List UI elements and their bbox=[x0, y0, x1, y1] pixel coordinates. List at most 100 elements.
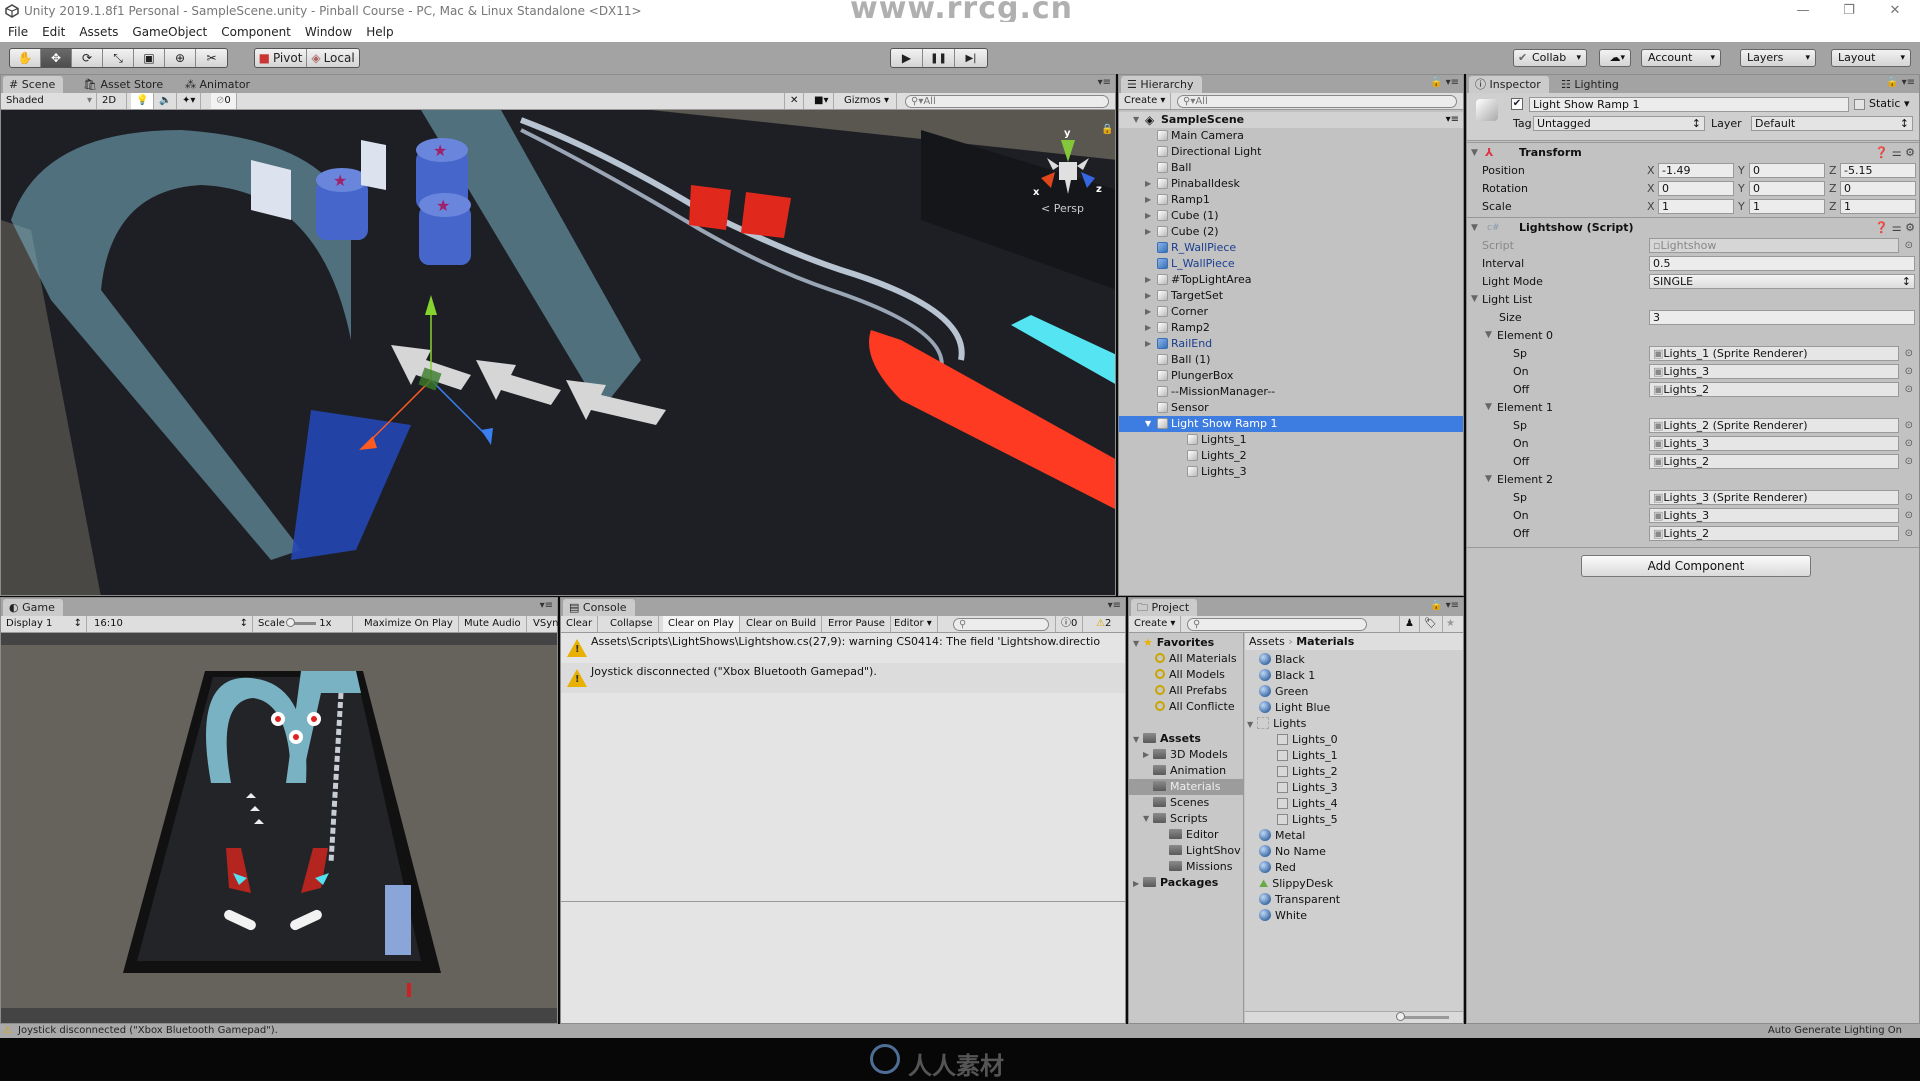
hierarchy-item[interactable]: L_WallPiece bbox=[1119, 256, 1463, 272]
status-message[interactable]: Joystick disconnected ("Xbox Bluetooth G… bbox=[18, 1024, 278, 1038]
project-asset[interactable]: Black bbox=[1259, 652, 1305, 668]
console-clear-button[interactable]: Clear bbox=[561, 616, 599, 632]
effects-toggle-icon[interactable]: ✦▾ bbox=[177, 93, 202, 109]
menu-assets[interactable]: Assets bbox=[79, 25, 118, 39]
project-asset[interactable]: Transparent bbox=[1259, 892, 1340, 908]
object-picker-icon[interactable]: ⊙ bbox=[1905, 417, 1913, 434]
light-mode-dropdown[interactable]: SINGLE ↕ bbox=[1649, 274, 1915, 289]
menu-help[interactable]: Help bbox=[366, 25, 393, 39]
z-field[interactable]: 1 bbox=[1840, 199, 1916, 214]
object-picker-icon[interactable]: ⊙ bbox=[1905, 453, 1913, 470]
sp-object-field[interactable]: ▣Lights_3 (Sprite Renderer) bbox=[1649, 490, 1899, 505]
hierarchy-item[interactable]: ▶ #TopLightArea bbox=[1119, 272, 1463, 288]
tag-dropdown[interactable]: Untagged ↕ bbox=[1533, 116, 1705, 131]
z-field[interactable]: -5.15 bbox=[1840, 163, 1916, 178]
error-count-toggle[interactable]: ⓘ0 bbox=[1055, 616, 1084, 632]
hierarchy-item[interactable]: ▶ Ramp1 bbox=[1119, 192, 1463, 208]
minimize-button[interactable]: — bbox=[1780, 0, 1826, 22]
error-pause-toggle[interactable]: Error Pause bbox=[823, 616, 891, 632]
tab-scene[interactable]: # Scene bbox=[3, 76, 64, 93]
hierarchy-item[interactable]: R_WallPiece bbox=[1119, 240, 1463, 256]
project-asset[interactable]: Light Blue bbox=[1259, 700, 1330, 716]
expand-arrow-icon[interactable]: ▶ bbox=[1145, 192, 1151, 208]
expand-arrow-icon[interactable]: ▼ bbox=[1471, 291, 1478, 308]
hierarchy-item[interactable]: ▶ RailEnd bbox=[1119, 336, 1463, 352]
hierarchy-item[interactable]: Lights_1 bbox=[1119, 432, 1463, 448]
project-folder[interactable]: Animation bbox=[1129, 763, 1243, 779]
light-list-row[interactable]: ▼ Light List bbox=[1467, 291, 1919, 308]
x-field[interactable]: -1.49 bbox=[1658, 163, 1734, 178]
console-search-input[interactable]: ⚲ bbox=[953, 618, 1049, 631]
x-field[interactable]: 0 bbox=[1658, 181, 1734, 196]
camera-settings-icon[interactable]: ■▾ bbox=[809, 93, 835, 109]
on-object-field[interactable]: ▣Lights_3 bbox=[1649, 364, 1899, 379]
menu-component[interactable]: Component bbox=[221, 25, 291, 39]
light-list-element[interactable]: ▼ Element 0 bbox=[1467, 327, 1919, 344]
projection-label[interactable]: < Persp bbox=[1041, 202, 1084, 215]
hierarchy-item[interactable]: PlungerBox bbox=[1119, 368, 1463, 384]
object-picker-icon[interactable]: ⊙ bbox=[1905, 489, 1913, 506]
project-asset[interactable]: Black 1 bbox=[1259, 668, 1315, 684]
expand-arrow-icon[interactable]: ▶ bbox=[1145, 320, 1151, 336]
mute-audio-toggle[interactable]: Mute Audio bbox=[459, 616, 527, 632]
hierarchy-search-input[interactable]: ⚲▾All bbox=[1177, 95, 1457, 108]
tab-game[interactable]: ◐ Game bbox=[3, 599, 63, 616]
project-folder[interactable]: Missions bbox=[1129, 859, 1243, 875]
project-folder[interactable]: Materials bbox=[1129, 779, 1243, 795]
favorites-star-icon[interactable]: ★ bbox=[1441, 616, 1460, 632]
expand-arrow-icon[interactable]: ▶ bbox=[1145, 176, 1151, 192]
play-button[interactable]: ▶ bbox=[891, 49, 923, 67]
project-folder[interactable]: Scenes bbox=[1129, 795, 1243, 811]
expand-arrow-icon[interactable]: ▶ bbox=[1145, 208, 1151, 224]
project-asset[interactable]: Lights_2 bbox=[1277, 764, 1338, 780]
object-picker-icon[interactable]: ⊙ bbox=[1905, 363, 1913, 380]
rect-tool-icon[interactable]: ▣ bbox=[134, 49, 165, 67]
y-field[interactable]: 0 bbox=[1749, 181, 1825, 196]
collapse-arrow-icon[interactable]: ▼ bbox=[1471, 218, 1478, 238]
editor-dropdown[interactable]: Editor ▾ bbox=[889, 616, 938, 632]
lightshow-header[interactable]: ▼ c# Lightshow (Script) ❓ ⚌ ⚙ bbox=[1467, 217, 1919, 237]
tab-asset-store[interactable]: 🛍 Asset Store bbox=[77, 76, 171, 93]
favorite-item[interactable]: All Materials bbox=[1155, 651, 1237, 667]
collapse-arrow-icon[interactable]: ▼ bbox=[1471, 143, 1478, 163]
expand-arrow-icon[interactable]: ▶ bbox=[1145, 288, 1151, 304]
active-checkbox[interactable]: ✔ bbox=[1511, 98, 1523, 110]
favorite-item[interactable]: All Models bbox=[1155, 667, 1225, 683]
favorites-header[interactable]: ▼ ★ Favorites bbox=[1133, 635, 1214, 651]
search-by-type-icon[interactable]: ♟ bbox=[1399, 616, 1420, 632]
project-asset[interactable]: Lights_3 bbox=[1277, 780, 1338, 796]
expand-arrow-icon[interactable]: ▼ bbox=[1133, 112, 1139, 128]
project-create-dropdown[interactable]: Create ▾ bbox=[1129, 616, 1182, 632]
clear-on-build-toggle[interactable]: Clear on Build bbox=[741, 616, 823, 632]
light-list-element[interactable]: ▼ Element 1 bbox=[1467, 399, 1919, 416]
scale-track[interactable] bbox=[286, 617, 317, 627]
sp-object-field[interactable]: ▣Lights_2 (Sprite Renderer) bbox=[1649, 418, 1899, 433]
hand-tool-icon[interactable]: ✋ bbox=[10, 49, 41, 67]
clear-on-play-toggle[interactable]: Clear on Play bbox=[663, 616, 740, 632]
local-toggle[interactable]: ◈ Local bbox=[307, 49, 359, 67]
favorite-item[interactable]: All Prefabs bbox=[1155, 683, 1227, 699]
step-button[interactable]: ▶| bbox=[955, 49, 987, 67]
expand-arrow-icon[interactable]: ▶ bbox=[1145, 304, 1151, 320]
off-object-field[interactable]: ▣Lights_2 bbox=[1649, 454, 1899, 469]
component-actions[interactable]: ❓ ⚌ ⚙ bbox=[1875, 143, 1915, 163]
scene-root-row[interactable]: ▼ ◈ SampleScene ▾≡ bbox=[1119, 112, 1463, 128]
project-lock-menu-icon[interactable]: 🔒 ▾≡ bbox=[1430, 600, 1459, 611]
object-picker-icon[interactable]: ⊙ bbox=[1905, 507, 1913, 524]
object-picker-icon[interactable]: ⊙ bbox=[1905, 381, 1913, 398]
project-folder[interactable]: Editor bbox=[1129, 827, 1243, 843]
tools-icon[interactable]: ✕ bbox=[784, 93, 805, 109]
object-picker-icon[interactable]: ⊙ bbox=[1905, 525, 1913, 542]
project-asset[interactable]: Lights_4 bbox=[1277, 796, 1338, 812]
sp-object-field[interactable]: ▣Lights_1 (Sprite Renderer) bbox=[1649, 346, 1899, 361]
hierarchy-item[interactable]: Ball bbox=[1119, 160, 1463, 176]
move-tool-icon[interactable]: ✥ bbox=[41, 49, 72, 67]
component-actions[interactable]: ❓ ⚌ ⚙ bbox=[1875, 218, 1915, 238]
account-dropdown[interactable]: Account bbox=[1641, 49, 1721, 67]
light-list-element[interactable]: ▼ Element 2 bbox=[1467, 471, 1919, 488]
search-by-label-icon[interactable]: 🏷 bbox=[1419, 616, 1443, 632]
static-dropdown[interactable]: Static ▾ bbox=[1869, 97, 1909, 110]
inspector-lock-menu-icon[interactable]: 🔒 ▾≡ bbox=[1886, 77, 1915, 88]
off-object-field[interactable]: ▣Lights_2 bbox=[1649, 382, 1899, 397]
object-name-field[interactable]: Light Show Ramp 1 bbox=[1529, 97, 1849, 112]
